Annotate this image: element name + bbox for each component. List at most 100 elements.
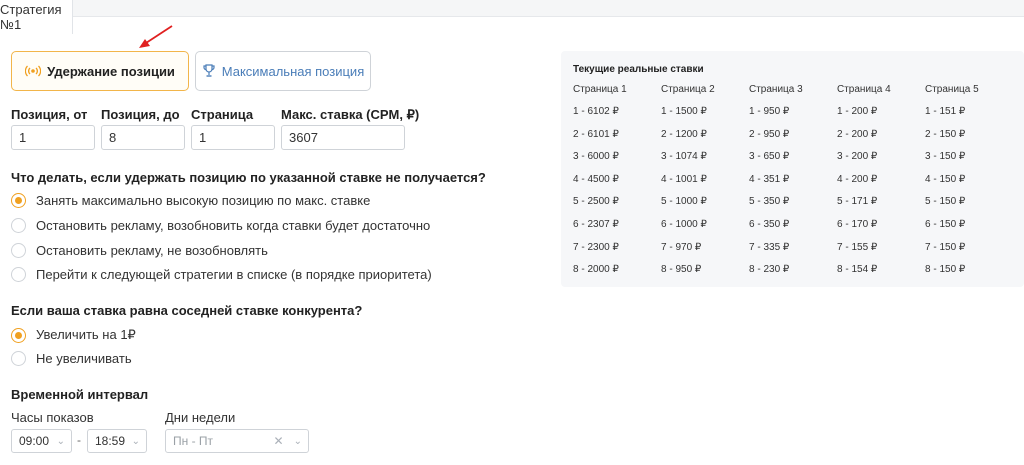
radio-checked[interactable] (11, 327, 26, 343)
option-label: Перейти к следующей стратегии в списке (… (36, 267, 432, 282)
tab-strip (0, 0, 1024, 17)
radio[interactable] (11, 267, 26, 282)
bid-cell: 8 - 150 ₽ (925, 264, 966, 276)
radio[interactable] (11, 218, 26, 233)
bid-cell: 4 - 351 ₽ (749, 173, 790, 185)
bid-cell: 7 - 970 ₽ (661, 241, 702, 253)
bids-column: Страница 4 1 - 200 ₽ 2 - 200 ₽ 3 - 200 ₽… (837, 84, 925, 287)
bid-cell: 6 - 1000 ₽ (661, 218, 707, 230)
bid-cell: 6 - 150 ₽ (925, 218, 966, 230)
bid-cell: 7 - 2300 ₽ (573, 241, 619, 253)
competitor-option-2[interactable]: Не увеличивать (11, 351, 132, 366)
bid-cell: 5 - 150 ₽ (925, 196, 966, 208)
hours-label: Часы показов (11, 410, 94, 425)
time-interval-title: Временной интервал (11, 387, 149, 402)
bid-cell: 1 - 6102 ₽ (573, 106, 619, 117)
bid-cell: 7 - 335 ₽ (749, 241, 790, 253)
broadcast-icon (25, 65, 42, 77)
bid-cell: 2 - 1200 ₽ (661, 128, 707, 140)
bids-column: Страница 1 1 - 6102 ₽ 2 - 6101 ₽ 3 - 600… (573, 84, 661, 287)
bid-cell: 3 - 1074 ₽ (661, 151, 707, 163)
bid-cell: 6 - 2307 ₽ (573, 218, 619, 230)
option-label: Остановить рекламу, возобновить когда ст… (36, 218, 431, 233)
bid-cell: 8 - 950 ₽ (661, 264, 702, 276)
bid-cell: 1 - 200 ₽ (837, 106, 878, 117)
bid-cell: 1 - 950 ₽ (749, 106, 790, 117)
hours-from-value: 09:00 (19, 434, 50, 448)
radio-checked[interactable] (11, 193, 26, 208)
bid-cell: 4 - 4500 ₽ (573, 173, 619, 185)
red-arrow-icon (139, 25, 173, 48)
bid-cell: 5 - 171 ₽ (837, 196, 878, 208)
position-to-input[interactable]: 8 (101, 125, 185, 150)
bid-cell: 3 - 650 ₽ (749, 151, 790, 163)
hold-position-button[interactable]: Удержание позиции (11, 51, 189, 91)
bid-cell: 2 - 950 ₽ (749, 128, 790, 140)
bid-cell: 6 - 170 ₽ (837, 218, 878, 230)
position-from-label: Позиция, от (11, 107, 88, 122)
max-position-label: Максимальная позиция (221, 63, 365, 79)
bids-column-header: Страница 3 (749, 84, 803, 95)
fallback-question: Что делать, если удержать позицию по ука… (11, 170, 486, 185)
option-label: Увеличить на 1₽ (36, 327, 136, 342)
position-from-input[interactable]: 1 (11, 125, 95, 150)
days-label: Дни недели (165, 410, 236, 425)
bids-column-header: Страница 1 (573, 84, 627, 95)
clear-icon[interactable]: ✕ (274, 434, 284, 448)
bids-grid: Страница 1 1 - 6102 ₽ 2 - 6101 ₽ 3 - 600… (573, 84, 1013, 287)
radio[interactable] (11, 243, 26, 258)
position-to-label: Позиция, до (101, 107, 180, 122)
option-label: Занять максимально высокую позицию по ма… (36, 193, 371, 208)
hours-to-value: 18:59 (95, 434, 126, 448)
radio[interactable] (11, 351, 26, 366)
bid-cell: 2 - 200 ₽ (837, 128, 878, 140)
fallback-option-3[interactable]: Остановить рекламу, не возобновлять (11, 243, 268, 258)
days-placeholder: Пн - Пт (173, 434, 214, 448)
tab-strategy-1[interactable]: Стратегия №1 (0, 0, 73, 34)
fallback-option-4[interactable]: Перейти к следующей стратегии в списке (… (11, 267, 432, 282)
hours-separator: - (77, 433, 81, 447)
option-label: Остановить рекламу, не возобновлять (36, 243, 268, 258)
bid-cell: 5 - 1000 ₽ (661, 196, 707, 208)
bid-cell: 8 - 154 ₽ (837, 264, 878, 276)
option-label: Не увеличивать (36, 351, 132, 366)
bid-cell: 3 - 200 ₽ (837, 151, 878, 163)
bids-column: Страница 2 1 - 1500 ₽ 2 - 1200 ₽ 3 - 107… (661, 84, 749, 287)
max-bid-input[interactable]: 3607 (281, 125, 405, 150)
bid-cell: 3 - 150 ₽ (925, 151, 966, 163)
bids-column: Страница 5 1 - 151 ₽ 2 - 150 ₽ 3 - 150 ₽… (925, 84, 1013, 287)
bid-cell: 3 - 6000 ₽ (573, 151, 619, 163)
max-bid-label: Макс. ставка (CPM, ₽) (281, 107, 420, 122)
chevron-down-icon: ⌄ (56, 435, 65, 447)
trophy-icon (202, 64, 216, 78)
bids-column-header: Страница 5 (925, 84, 979, 95)
bid-cell: 4 - 150 ₽ (925, 173, 966, 185)
page-label: Страница (191, 107, 254, 122)
competitor-question: Если ваша ставка равна соседней ставке к… (11, 303, 363, 318)
hours-from-select[interactable]: 09:00 ⌄ (11, 429, 72, 453)
bid-cell: 5 - 350 ₽ (749, 196, 790, 208)
bid-cell: 4 - 200 ₽ (837, 173, 878, 185)
fallback-option-1[interactable]: Занять максимально высокую позицию по ма… (11, 193, 370, 208)
bid-cell: 6 - 350 ₽ (749, 218, 790, 230)
bids-column: Страница 3 1 - 950 ₽ 2 - 950 ₽ 3 - 650 ₽… (749, 84, 837, 287)
bid-cell: 8 - 230 ₽ (749, 264, 790, 276)
fallback-option-2[interactable]: Остановить рекламу, возобновить когда ст… (11, 218, 430, 233)
current-bids-card: Текущие реальные ставки Страница 1 1 - 6… (561, 51, 1024, 287)
bid-cell: 8 - 2000 ₽ (573, 264, 619, 276)
bid-cell: 2 - 150 ₽ (925, 128, 966, 140)
page-input[interactable]: 1 (191, 125, 275, 150)
days-select[interactable]: Пн - Пт ✕ ⌄ (165, 429, 309, 453)
bid-cell: 5 - 2500 ₽ (573, 196, 619, 208)
chevron-down-icon: ⌄ (131, 435, 140, 447)
bid-cell: 4 - 1001 ₽ (661, 173, 707, 185)
max-position-button[interactable]: Максимальная позиция (195, 51, 371, 91)
bid-cell: 2 - 6101 ₽ (573, 128, 619, 140)
chevron-down-icon: ⌄ (293, 435, 302, 447)
bid-cell: 7 - 155 ₽ (837, 241, 878, 253)
competitor-option-1[interactable]: Увеличить на 1₽ (11, 327, 136, 343)
hours-to-select[interactable]: 18:59 ⌄ (87, 429, 147, 453)
bids-column-header: Страница 2 (661, 84, 715, 95)
current-bids-title: Текущие реальные ставки (573, 64, 704, 75)
bid-cell: 7 - 150 ₽ (925, 241, 966, 253)
